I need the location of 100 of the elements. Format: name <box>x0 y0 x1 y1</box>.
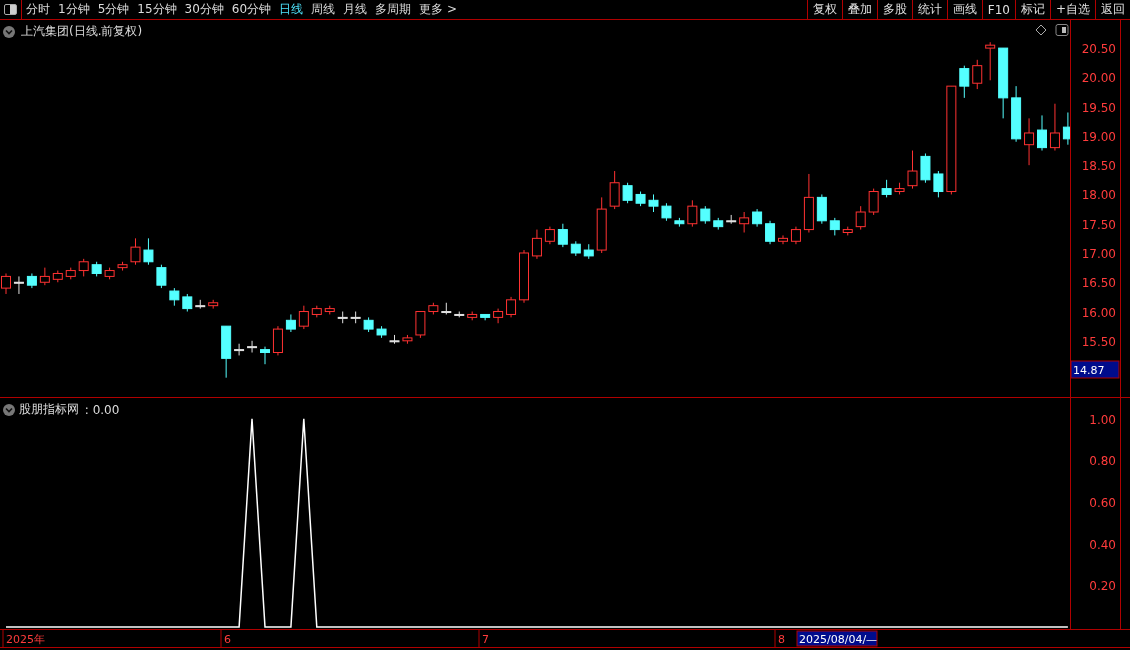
candle <box>726 214 737 225</box>
candle <box>182 293 193 313</box>
candle <box>894 182 905 195</box>
chart-title: 上汽集团(日线.前复权) <box>21 23 143 40</box>
candle <box>78 258 89 277</box>
candle <box>752 208 763 228</box>
candle <box>959 65 970 99</box>
period-tab[interactable]: 分时 <box>22 0 54 19</box>
period-tab[interactable]: 月线 <box>339 0 372 19</box>
indicator-axis-label: 0.80 <box>1089 454 1116 469</box>
candle <box>1024 117 1035 166</box>
period-tab[interactable]: 日线 <box>275 0 308 19</box>
candle <box>324 305 335 315</box>
price-axis-label: 18.00 <box>1081 188 1116 203</box>
candle <box>829 217 840 236</box>
candle <box>143 237 154 266</box>
candle <box>298 305 309 330</box>
date-axis-label: 8 <box>778 633 785 646</box>
candle <box>104 267 115 280</box>
candle <box>272 325 283 356</box>
candle <box>39 267 50 286</box>
candle <box>311 305 322 318</box>
candle <box>765 220 776 245</box>
price-axis-label: 19.00 <box>1081 129 1116 144</box>
candle <box>648 193 659 213</box>
indicator-name: 股朋指标网 <box>19 401 79 418</box>
period-tab[interactable]: 多周期 <box>371 0 416 19</box>
candle <box>868 188 879 216</box>
candle <box>570 240 581 257</box>
candle <box>402 334 413 345</box>
period-tab[interactable]: 5分钟 <box>93 0 134 19</box>
chevron-down-icon[interactable] <box>3 25 15 38</box>
candle <box>622 182 633 204</box>
candle <box>635 191 646 207</box>
date-axis-label: 7 <box>482 633 489 646</box>
period-tab[interactable]: 60分钟 <box>227 0 276 19</box>
candle <box>855 205 866 231</box>
chevron-down-icon[interactable] <box>3 403 15 416</box>
candle <box>467 311 478 321</box>
candle <box>998 47 1009 119</box>
price-axis-label: 20.50 <box>1081 42 1116 57</box>
candle <box>531 229 542 260</box>
candle <box>428 302 439 315</box>
panel-toggle-icon[interactable] <box>1055 24 1069 36</box>
price-tag: 14.87 <box>1070 360 1120 379</box>
candle <box>739 211 750 233</box>
candle <box>1011 85 1022 143</box>
candle <box>972 59 983 90</box>
candle <box>91 261 102 277</box>
candle <box>195 299 206 310</box>
candle <box>519 249 529 304</box>
candle <box>389 334 400 345</box>
period-tab[interactable]: 15分钟 <box>133 0 181 19</box>
candle <box>933 170 944 198</box>
candle <box>881 179 892 198</box>
candle <box>285 313 296 333</box>
price-axis-label: 17.00 <box>1081 247 1116 261</box>
more-menu[interactable]: 更多 > <box>415 0 461 19</box>
period-tab[interactable]: 周线 <box>307 0 340 19</box>
candle <box>234 343 245 356</box>
candle <box>609 170 620 210</box>
price-axis-label: 15.50 <box>1081 334 1116 349</box>
candle <box>674 217 685 228</box>
candle <box>415 311 426 339</box>
price-axis-label: 20.00 <box>1081 71 1116 86</box>
candle <box>790 226 801 245</box>
price-axis-label: 19.50 <box>1081 100 1116 115</box>
candle <box>1062 112 1070 146</box>
candle <box>480 313 491 321</box>
candle <box>156 264 167 289</box>
candle <box>907 150 918 190</box>
candle <box>337 311 348 324</box>
candle <box>1037 114 1047 152</box>
price-axis-label: 16.00 <box>1081 305 1116 320</box>
cursor-date-label: 2025/08/04/— <box>796 630 878 647</box>
candle <box>363 316 374 333</box>
candle <box>221 325 232 379</box>
candle <box>583 243 594 260</box>
candle <box>506 296 517 318</box>
diamond-icon[interactable] <box>1036 24 1047 36</box>
candle <box>454 311 465 318</box>
candle <box>169 287 180 307</box>
candle <box>803 173 814 233</box>
indicator-axis-label: 0.60 <box>1089 496 1116 511</box>
candle <box>544 226 555 245</box>
indicator-axis-label: 1.00 <box>1089 412 1116 427</box>
candle <box>117 261 128 272</box>
candle <box>816 193 827 225</box>
candle <box>778 234 788 245</box>
price-axis-label: 17.50 <box>1081 217 1116 232</box>
candle <box>26 273 37 289</box>
period-tab[interactable]: 1分钟 <box>54 0 94 19</box>
candle <box>842 226 853 236</box>
period-tab[interactable]: 30分钟 <box>180 0 228 19</box>
candle <box>65 267 76 280</box>
candle <box>985 41 996 81</box>
candle <box>700 205 711 225</box>
candle <box>130 237 141 266</box>
indicator-axis-label: 0.20 <box>1089 579 1116 594</box>
date-axis-label: 2025年 <box>6 633 45 646</box>
